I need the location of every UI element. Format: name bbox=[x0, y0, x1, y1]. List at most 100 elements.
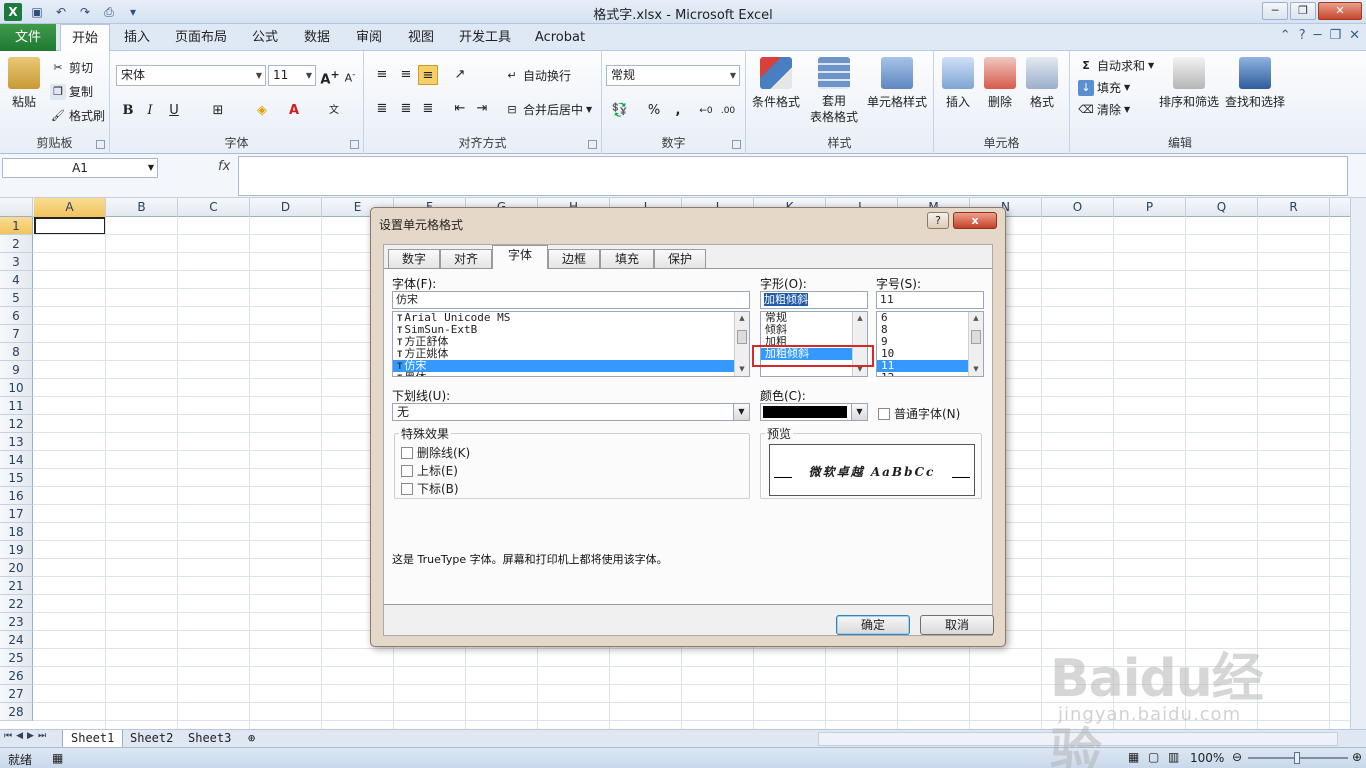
column-header[interactable]: A bbox=[34, 198, 106, 217]
last-sheet-icon[interactable]: ⏭ bbox=[38, 731, 46, 741]
row-header[interactable]: 17 bbox=[0, 505, 33, 523]
select-all-corner[interactable] bbox=[0, 198, 33, 217]
orientation-icon[interactable]: ↗ bbox=[450, 65, 470, 85]
number-format-combo[interactable]: 常规 ▼ bbox=[606, 65, 740, 86]
font-name-combo[interactable]: 宋体 ▼ bbox=[116, 65, 266, 86]
paste-button[interactable]: 粘贴 bbox=[6, 57, 42, 110]
format-cells-button[interactable]: 格式 bbox=[1024, 57, 1060, 110]
close-button[interactable]: ✕ bbox=[1318, 2, 1362, 20]
row-header[interactable]: 10 bbox=[0, 379, 33, 397]
underline-button[interactable]: U bbox=[164, 101, 184, 121]
dialog-tab-protection[interactable]: 保护 bbox=[654, 249, 706, 268]
autosum-button[interactable]: Σ 自动求和 ▼ bbox=[1078, 57, 1154, 74]
font-style-list[interactable]: 常规 倾斜 加粗 加粗倾斜 ▲ ▼ bbox=[760, 311, 868, 377]
row-header[interactable]: 4 bbox=[0, 271, 33, 289]
font-size-combo[interactable]: 11 ▼ bbox=[268, 65, 316, 86]
strikethrough-checkbox[interactable]: 删除线(K) bbox=[401, 444, 470, 461]
row-header[interactable]: 27 bbox=[0, 685, 33, 703]
align-top-icon[interactable]: ≡ bbox=[372, 65, 392, 85]
sheet-tab-2[interactable]: Sheet2 bbox=[122, 730, 181, 748]
align-middle-icon[interactable]: ≡ bbox=[396, 65, 416, 85]
dialog-tab-border[interactable]: 边框 bbox=[548, 249, 600, 268]
grow-font-icon[interactable]: A+ bbox=[320, 65, 340, 87]
macro-record-icon[interactable]: ▦ bbox=[52, 751, 63, 765]
decrease-indent-icon[interactable]: ⇤ bbox=[450, 99, 470, 119]
cut-button[interactable]: ✂ 剪切 bbox=[50, 59, 93, 76]
insert-cells-button[interactable]: 插入 bbox=[940, 57, 976, 110]
fill-button[interactable]: ↓ 填充 ▼ bbox=[1078, 79, 1130, 96]
sheet-tab-3[interactable]: Sheet3 bbox=[180, 730, 239, 748]
tab-data[interactable]: 数据 bbox=[294, 24, 340, 51]
clear-button[interactable]: ⌫ 清除 ▼ bbox=[1078, 101, 1130, 118]
formula-input[interactable] bbox=[238, 156, 1348, 196]
phonetic-icon[interactable]: 文 bbox=[324, 101, 344, 121]
borders-icon[interactable]: ⊞ bbox=[208, 101, 228, 121]
help-icon[interactable]: ? bbox=[1299, 28, 1306, 43]
bold-button[interactable]: B bbox=[118, 101, 138, 121]
row-header[interactable]: 14 bbox=[0, 451, 33, 469]
font-color-icon[interactable]: A bbox=[284, 101, 304, 121]
column-header[interactable]: B bbox=[106, 198, 178, 217]
column-header[interactable]: D bbox=[250, 198, 322, 217]
list-item[interactable]: T黑体 bbox=[393, 372, 749, 377]
row-header[interactable]: 6 bbox=[0, 307, 33, 325]
row-header[interactable]: 13 bbox=[0, 433, 33, 451]
underline-select[interactable]: 无 ▼ bbox=[392, 403, 750, 421]
italic-button[interactable]: I bbox=[140, 101, 160, 121]
dialog-close-button[interactable]: x bbox=[953, 212, 997, 229]
row-header[interactable]: 3 bbox=[0, 253, 33, 271]
minimize-workbook-icon[interactable]: ─ bbox=[1314, 28, 1322, 43]
row-header[interactable]: 20 bbox=[0, 559, 33, 577]
prev-sheet-icon[interactable]: ◀ bbox=[16, 731, 23, 741]
align-center-icon[interactable]: ≣ bbox=[396, 99, 416, 119]
sort-filter-button[interactable]: 排序和筛选 bbox=[1158, 57, 1220, 110]
merge-center-button[interactable]: ⊟ 合并后居中 ▼ bbox=[504, 101, 592, 118]
restore-button[interactable]: ❐ bbox=[1290, 2, 1316, 20]
dialog-tab-number[interactable]: 数字 bbox=[388, 249, 440, 268]
insert-sheet-icon[interactable]: ⊕ bbox=[240, 730, 263, 748]
collapse-ribbon-icon[interactable]: ⌃ bbox=[1280, 28, 1291, 43]
tab-file[interactable]: 文件 bbox=[0, 24, 56, 51]
increase-decimal-icon[interactable]: ←0 bbox=[696, 101, 716, 121]
list-item[interactable]: T 方正姚体 bbox=[393, 348, 749, 361]
column-header[interactable]: O bbox=[1042, 198, 1114, 217]
ok-button[interactable]: 确定 bbox=[836, 615, 910, 635]
shrink-font-icon[interactable]: A- bbox=[340, 65, 360, 85]
tab-page-layout[interactable]: 页面布局 bbox=[166, 24, 236, 51]
tab-insert[interactable]: 插入 bbox=[114, 24, 160, 51]
align-bottom-icon[interactable]: ≡ bbox=[418, 65, 438, 85]
font-size-input[interactable]: 11 bbox=[876, 291, 984, 309]
align-right-icon[interactable]: ≣ bbox=[418, 99, 438, 119]
cancel-button[interactable]: 取消 bbox=[920, 615, 994, 635]
color-dropdown-icon[interactable]: ▼ bbox=[851, 404, 867, 420]
row-header[interactable]: 26 bbox=[0, 667, 33, 685]
conditional-format-button[interactable]: 条件格式 bbox=[750, 57, 802, 110]
row-header[interactable]: 19 bbox=[0, 541, 33, 559]
dialog-tab-alignment[interactable]: 对齐 bbox=[440, 249, 492, 268]
normal-font-checkbox[interactable]: 普通字体(N) bbox=[878, 405, 960, 422]
name-box[interactable]: A1 ▼ bbox=[2, 158, 158, 178]
delete-cells-button[interactable]: 删除 bbox=[982, 57, 1018, 110]
alignment-launcher-icon[interactable] bbox=[588, 140, 597, 149]
wrap-text-button[interactable]: ↵ 自动换行 bbox=[504, 67, 571, 84]
format-painter-button[interactable]: 🖌 格式刷 bbox=[50, 107, 105, 124]
tab-home[interactable]: 开始 bbox=[60, 24, 110, 52]
cell-styles-button[interactable]: 单元格样式 bbox=[864, 57, 930, 110]
restore-workbook-icon[interactable]: ❐ bbox=[1329, 28, 1341, 43]
increase-indent-icon[interactable]: ⇥ bbox=[472, 99, 492, 119]
tab-view[interactable]: 视图 bbox=[398, 24, 444, 51]
row-header[interactable]: 12 bbox=[0, 415, 33, 433]
tab-formulas[interactable]: 公式 bbox=[242, 24, 288, 51]
format-as-table-button[interactable]: 套用 表格格式 bbox=[804, 57, 864, 125]
font-launcher-icon[interactable] bbox=[350, 140, 359, 149]
dialog-tab-font[interactable]: 字体 bbox=[492, 245, 548, 269]
row-header[interactable]: 28 bbox=[0, 703, 33, 721]
font-list-scrollbar[interactable]: ▲ ▼ bbox=[734, 312, 749, 376]
dialog-tab-fill[interactable]: 填充 bbox=[600, 249, 654, 268]
active-cell[interactable] bbox=[34, 217, 106, 235]
find-select-button[interactable]: 查找和选择 bbox=[1222, 57, 1288, 110]
font-list[interactable]: T Arial Unicode MS T SimSun-ExtB T 方正舒体 T 方正姚体 T… bbox=[392, 311, 750, 377]
column-header[interactable]: P bbox=[1114, 198, 1186, 217]
row-header[interactable]: 24 bbox=[0, 631, 33, 649]
tab-acrobat[interactable]: Acrobat bbox=[528, 24, 592, 51]
